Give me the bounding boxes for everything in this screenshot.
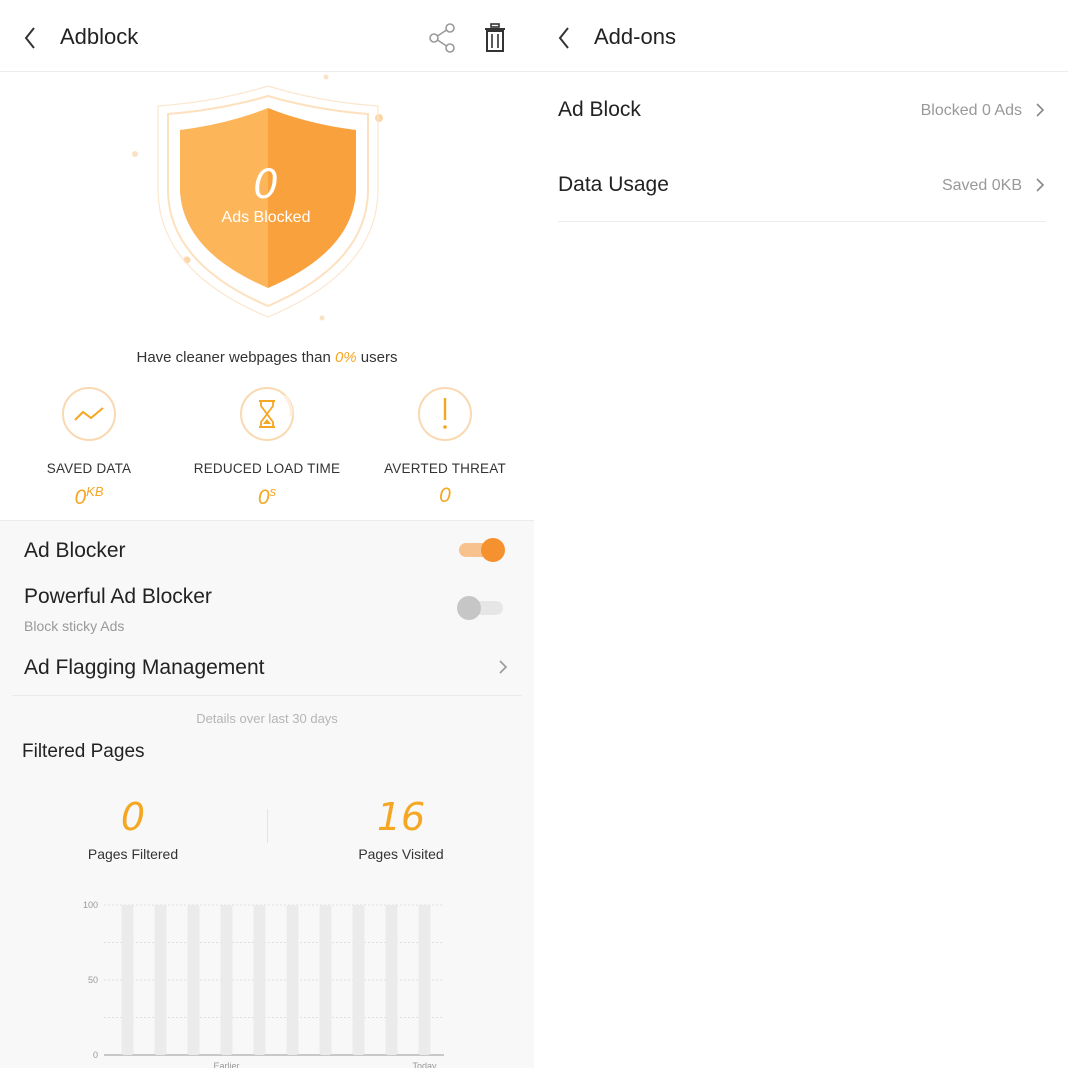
pages-visited-value: 16 bbox=[376, 795, 426, 839]
chart-ytick-label: 50 bbox=[88, 975, 98, 985]
chart-ytick-label: 0 bbox=[93, 1050, 98, 1060]
chart-ytick-label: 100 bbox=[83, 900, 98, 910]
chart-bar bbox=[385, 905, 398, 1055]
stat-reduced-load-time: REDUCED LOAD TIME 0s bbox=[177, 386, 357, 510]
stats-separator bbox=[267, 809, 268, 843]
chart-bar bbox=[187, 905, 200, 1055]
chart-bar bbox=[121, 905, 134, 1055]
ads-blocked-label: Ads Blocked bbox=[221, 209, 311, 226]
addon-row-ad-block[interactable]: Ad Block Blocked 0 Ads bbox=[558, 72, 1046, 146]
cleaner-text: Have cleaner webpages than 0% users bbox=[0, 349, 534, 366]
addon-name: Data Usage bbox=[558, 173, 669, 196]
stat-label: SAVED DATA bbox=[46, 461, 132, 476]
chevron-right-icon bbox=[1036, 178, 1045, 192]
chart-bar bbox=[154, 905, 167, 1055]
filtered-pages-chart: 100 50 0 Earlier Today bbox=[83, 900, 444, 1068]
divider bbox=[558, 221, 1046, 222]
chart-bar bbox=[220, 905, 233, 1055]
cleaner-prefix: Have cleaner webpages than bbox=[136, 349, 335, 366]
back-arrow-icon[interactable] bbox=[554, 22, 576, 54]
addon-value: Blocked 0 Ads bbox=[920, 102, 1022, 119]
filtered-pages-title: Filtered Pages bbox=[22, 741, 145, 762]
pages-visited-label: Pages Visited bbox=[358, 846, 444, 862]
stat-saved-data: SAVED DATA 0KB bbox=[0, 386, 179, 510]
cleaner-percent: 0% bbox=[334, 349, 357, 366]
stat-value: 0s bbox=[257, 484, 277, 509]
addons-header: Add-ons bbox=[534, 0, 1068, 72]
share-icon[interactable] bbox=[426, 22, 458, 54]
exclamation-icon bbox=[418, 387, 472, 441]
addon-row-data-usage[interactable]: Data Usage Saved 0KB bbox=[558, 147, 1046, 221]
details-note: Details over last 30 days bbox=[196, 711, 338, 726]
stat-label: AVERTED THREAT bbox=[384, 461, 506, 476]
addon-value: Saved 0KB bbox=[941, 177, 1022, 194]
ads-blocked-count: 0 bbox=[253, 162, 279, 208]
pages-filtered-value: 0 bbox=[120, 795, 146, 839]
ad-blocker-label: Ad Blocker bbox=[24, 539, 126, 562]
addon-name: Ad Block bbox=[558, 98, 641, 121]
addons-panel: Add-ons Ad Block Blocked 0 Ads Data Usag… bbox=[534, 0, 1068, 1068]
stat-value: 0 bbox=[439, 484, 451, 507]
cleaner-suffix: users bbox=[356, 349, 398, 366]
stat-label: REDUCED LOAD TIME bbox=[193, 461, 341, 476]
adblock-header: Adblock bbox=[0, 0, 534, 72]
pages-filtered-label: Pages Filtered bbox=[87, 846, 179, 862]
ad-blocker-toggle[interactable] bbox=[457, 536, 505, 564]
chart-bar bbox=[352, 905, 365, 1055]
trash-icon[interactable] bbox=[479, 22, 511, 54]
powerful-ad-blocker-label: Powerful Ad Blocker bbox=[24, 585, 212, 608]
chart-bar bbox=[418, 905, 431, 1055]
back-arrow-icon[interactable] bbox=[20, 22, 42, 54]
trend-line-icon bbox=[62, 387, 116, 441]
adblock-panel: Adblock 0 Ads Blocked Have cleaner webpa… bbox=[0, 0, 534, 1068]
divider bbox=[12, 695, 522, 696]
chart-xtick-label: Today bbox=[412, 1061, 437, 1068]
stat-value: 0KB bbox=[74, 484, 104, 509]
page-title: Adblock bbox=[60, 24, 139, 49]
chevron-right-icon bbox=[1036, 103, 1045, 117]
chart-bar bbox=[286, 905, 299, 1055]
ad-flagging-label: Ad Flagging Management bbox=[24, 656, 265, 679]
hourglass-icon bbox=[240, 387, 294, 441]
adblock-summary: 0 Ads Blocked Have cleaner webpages than… bbox=[0, 72, 534, 520]
chart-xtick-label: Earlier bbox=[213, 1061, 239, 1068]
chart-bar bbox=[253, 905, 266, 1055]
powerful-ad-blocker-sub: Block sticky Ads bbox=[24, 618, 125, 634]
adblock-settings: Ad Blocker Powerful Ad Blocker Block sti… bbox=[0, 520, 534, 1068]
powerful-ad-blocker-toggle[interactable] bbox=[457, 594, 505, 622]
stat-averted-threat: AVERTED THREAT 0 bbox=[355, 386, 534, 508]
chevron-right-icon bbox=[499, 660, 508, 674]
chart-bar bbox=[319, 905, 332, 1055]
page-title: Add-ons bbox=[594, 24, 676, 49]
